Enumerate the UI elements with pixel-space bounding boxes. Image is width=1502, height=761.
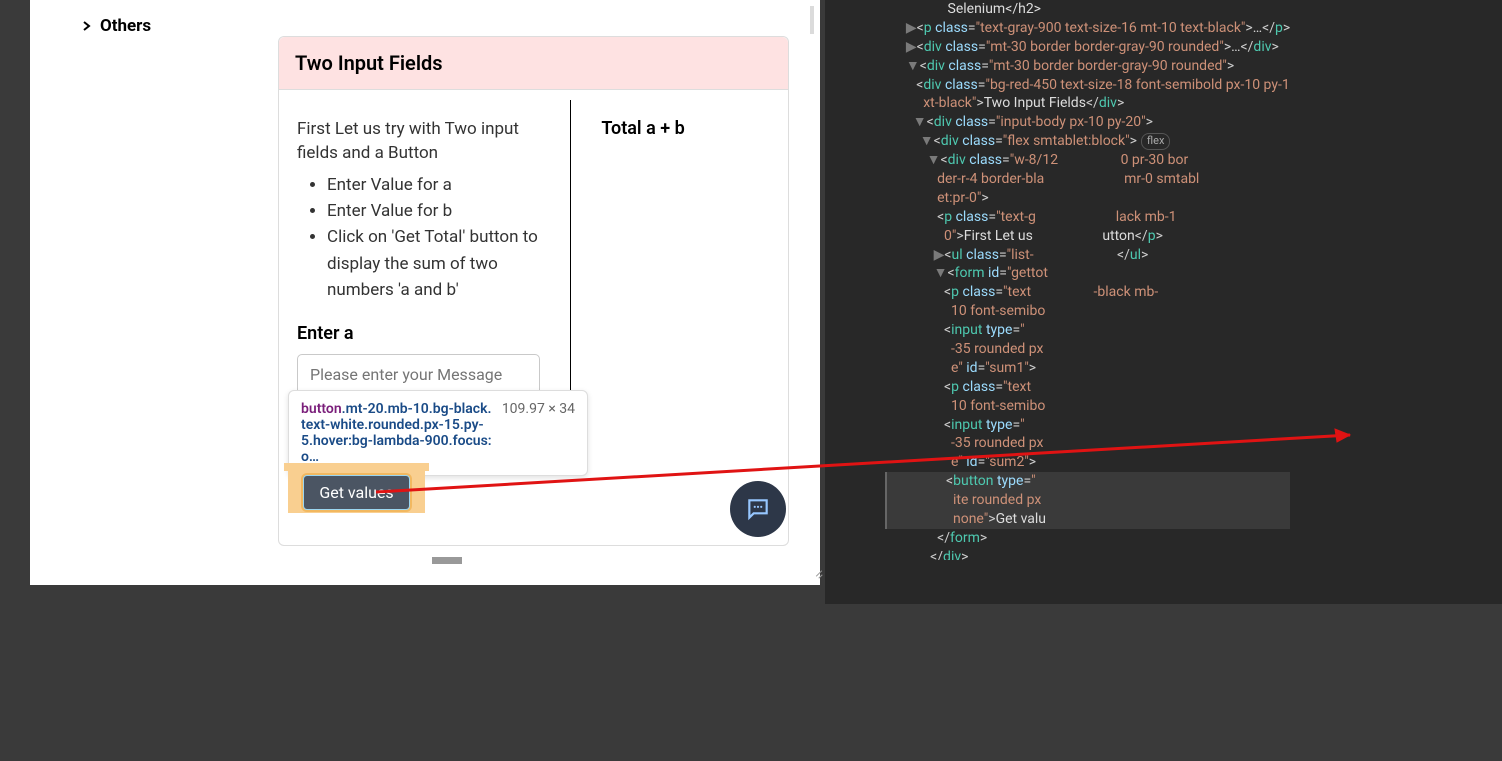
chat-bubble-button[interactable] xyxy=(730,481,786,537)
get-values-button[interactable]: Get values xyxy=(303,475,409,510)
devtools-pane: ••• Selenium</h2> ▶<p class="text-gray-9… xyxy=(825,0,1502,604)
chevron-right-icon xyxy=(82,16,92,36)
page-pane: Others Two Input Fields First Let us try… xyxy=(0,0,824,604)
resize-handle-icon[interactable] xyxy=(432,557,462,561)
bullet-c: Click on 'Get Total' button to display t… xyxy=(327,224,540,303)
total-label: Total a + b xyxy=(601,118,770,139)
intro-text: First Let us try with Two input fields a… xyxy=(297,118,540,166)
pane-splitter-icon[interactable] xyxy=(810,6,814,34)
bullet-a: Enter Value for a xyxy=(327,172,540,198)
card-title: Two Input Fields xyxy=(279,37,788,90)
element-highlight: Get values xyxy=(288,471,425,513)
tooltip-selector: button.mt-20.mb-10.bg-black.text-white.r… xyxy=(301,401,494,465)
resize-corner-icon[interactable] xyxy=(815,573,825,583)
tooltip-dimensions: 109.97 × 34 xyxy=(502,401,575,465)
bullet-b: Enter Value for b xyxy=(327,198,540,224)
dom-tree[interactable]: ••• Selenium</h2> ▶<p class="text-gray-9… xyxy=(885,0,1290,560)
sidebar-item-others[interactable]: Others xyxy=(82,16,151,36)
sidebar-label: Others xyxy=(100,16,151,36)
label-enter-a: Enter a xyxy=(297,323,540,344)
rendered-page: Others Two Input Fields First Let us try… xyxy=(30,0,820,585)
